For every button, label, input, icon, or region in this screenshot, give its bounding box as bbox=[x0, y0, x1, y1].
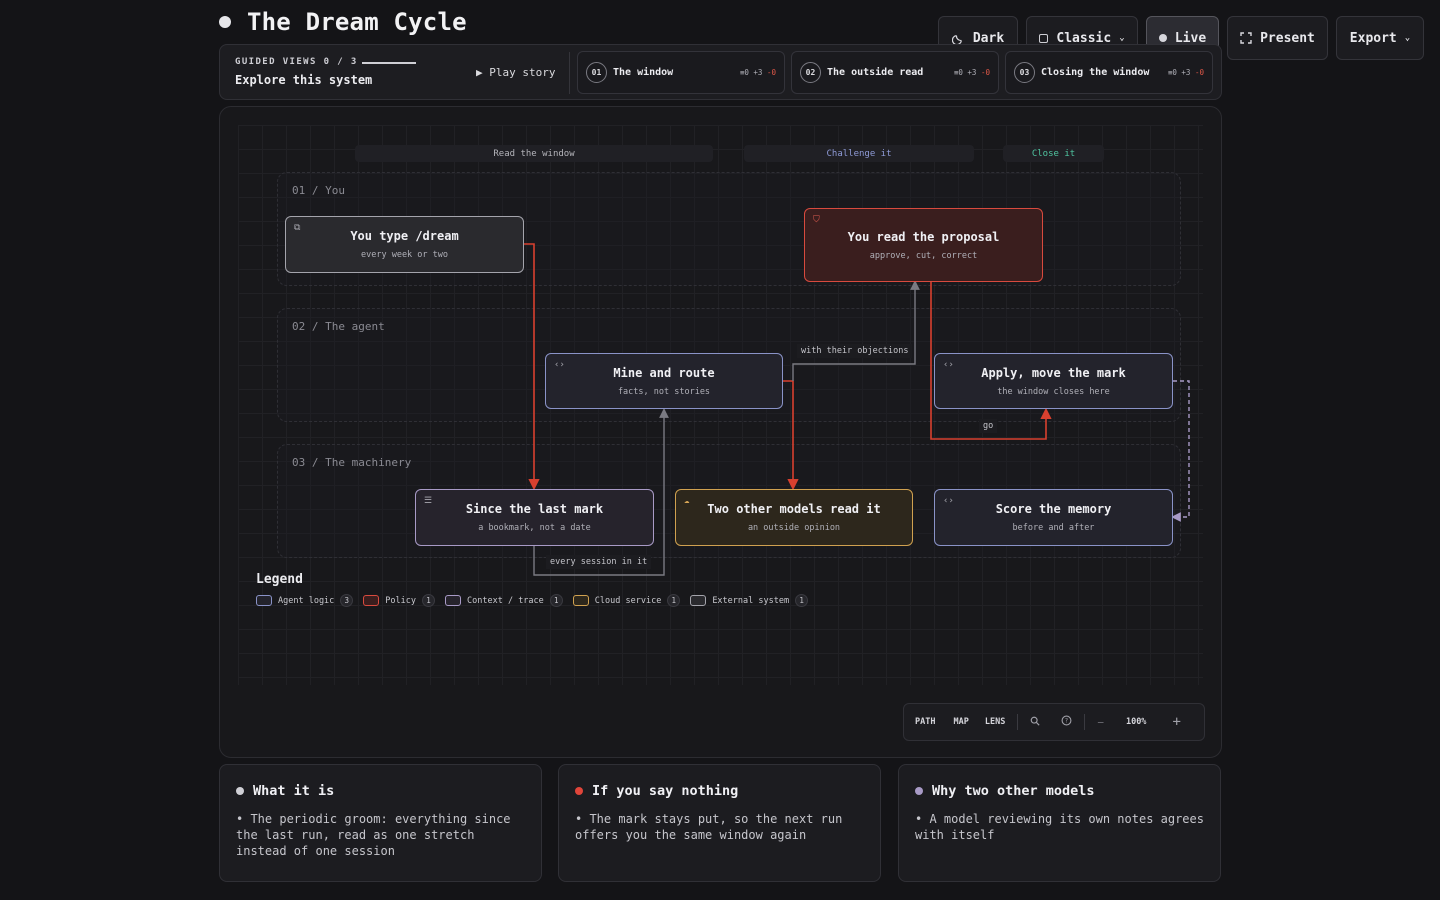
node-title: Two other models read it bbox=[707, 502, 881, 516]
legend: Agent logic 3 Policy 1 Context / trace 1… bbox=[256, 594, 809, 607]
toolbar-divider bbox=[1084, 714, 1086, 730]
legend-count: 1 bbox=[549, 594, 563, 607]
legend-item-cloud-service[interactable]: Cloud service 1 bbox=[572, 594, 681, 607]
card-title: If you say nothing bbox=[592, 783, 739, 799]
search-icon[interactable] bbox=[1030, 716, 1040, 729]
card-why-two-models: Why two other models • A model reviewing… bbox=[898, 764, 1221, 882]
shield-icon: ⛉ bbox=[813, 215, 820, 225]
node-subtitle: approve, cut, correct bbox=[869, 250, 978, 261]
toolbar-divider bbox=[1017, 714, 1019, 730]
zoom-out-button[interactable]: − bbox=[1097, 716, 1104, 729]
edge-label-objections: with their objections bbox=[797, 344, 913, 358]
legend-title: Legend bbox=[256, 572, 303, 587]
edge-dream-to-since bbox=[524, 243, 540, 491]
card-body: • A model reviewing its own notes agrees… bbox=[915, 812, 1204, 842]
svg-text:?: ? bbox=[1065, 718, 1068, 725]
node-title: Score the memory bbox=[995, 502, 1112, 516]
node-subtitle: a bookmark, not a date bbox=[478, 523, 591, 533]
map-button[interactable]: MAP bbox=[953, 717, 968, 727]
edge-mine-to-models bbox=[783, 380, 799, 491]
card-body: • The periodic groom: everything since t… bbox=[236, 812, 511, 858]
legend-swatch bbox=[690, 595, 707, 606]
legend-count: 3 bbox=[340, 594, 354, 607]
node-title: Mine and route bbox=[613, 365, 715, 380]
legend-count: 1 bbox=[667, 594, 681, 607]
node-mine-and-route[interactable]: ‹› Mine and route facts, not stories bbox=[545, 353, 783, 409]
node-subtitle: the window closes here bbox=[997, 386, 1110, 397]
zoom-level: 100% bbox=[1125, 717, 1147, 727]
canvas-toolbar: PATH MAP LENS ? − 100% + bbox=[903, 703, 1205, 741]
terminal-icon: ⧉ bbox=[294, 223, 301, 233]
legend-label: Agent logic bbox=[278, 595, 335, 606]
legend-swatch bbox=[256, 595, 272, 606]
card-dot bbox=[236, 787, 244, 795]
node-subtitle: every week or two bbox=[361, 250, 448, 260]
node-apply-move-mark[interactable]: ‹› Apply, move the mark the window close… bbox=[934, 353, 1173, 409]
legend-swatch bbox=[363, 595, 380, 606]
node-score-memory[interactable]: ‹› Score the memory before and after bbox=[934, 489, 1173, 546]
node-subtitle: an outside opinion bbox=[747, 523, 841, 533]
help-icon[interactable]: ? bbox=[1061, 715, 1072, 729]
legend-label: Context / trace bbox=[467, 595, 544, 606]
legend-item-policy[interactable]: Policy 1 bbox=[363, 594, 436, 607]
legend-count: 1 bbox=[795, 594, 809, 607]
legend-item-agent-logic[interactable]: Agent logic 3 bbox=[256, 594, 354, 607]
legend-swatch bbox=[445, 595, 462, 606]
card-if-you-say-nothing: If you say nothing • The mark stays put,… bbox=[558, 764, 881, 882]
database-icon: ☰ bbox=[424, 496, 433, 506]
legend-item-external-system[interactable]: External system 1 bbox=[690, 594, 809, 607]
code-icon: ‹› bbox=[554, 360, 565, 370]
card-title: What it is bbox=[253, 783, 335, 799]
legend-label: External system bbox=[712, 595, 790, 606]
legend-label: Cloud service bbox=[594, 595, 662, 606]
card-dot bbox=[575, 787, 583, 795]
legend-count: 1 bbox=[422, 594, 436, 607]
card-body: • The mark stays put, so the next run of… bbox=[575, 812, 843, 842]
code-icon: ‹› bbox=[943, 496, 954, 506]
edge-label-go: go bbox=[979, 419, 998, 433]
node-two-other-models[interactable]: ☁ Two other models read it an outside op… bbox=[675, 489, 913, 546]
legend-label: Policy bbox=[385, 595, 417, 606]
node-title: You read the proposal bbox=[847, 229, 1000, 244]
lens-button[interactable]: LENS bbox=[985, 717, 1005, 727]
legend-item-context-trace[interactable]: Context / trace 1 bbox=[445, 594, 563, 607]
edge-label-every-session: every session in it bbox=[546, 555, 652, 569]
zoom-in-button[interactable]: + bbox=[1172, 714, 1180, 730]
edge-models-to-proposal bbox=[792, 280, 920, 381]
node-subtitle: before and after bbox=[1012, 523, 1095, 533]
node-title: Since the last mark bbox=[465, 502, 604, 516]
cloud-icon: ☁ bbox=[684, 496, 690, 506]
node-you-type-dream[interactable]: ⧉ You type /dream every week or two bbox=[285, 216, 524, 273]
node-read-proposal[interactable]: ⛉ You read the proposal approve, cut, co… bbox=[804, 208, 1043, 282]
card-what-it-is: What it is • The periodic groom: everyth… bbox=[219, 764, 542, 882]
code-icon: ‹› bbox=[943, 360, 954, 370]
node-since-last-mark[interactable]: ☰ Since the last mark a bookmark, not a … bbox=[415, 489, 654, 546]
node-title: Apply, move the mark bbox=[981, 365, 1126, 380]
legend-swatch bbox=[572, 595, 589, 606]
node-title: You type /dream bbox=[350, 229, 459, 243]
card-title: Why two other models bbox=[932, 783, 1095, 799]
card-dot bbox=[915, 787, 923, 795]
edge-apply-to-score bbox=[1171, 380, 1190, 522]
node-subtitle: facts, not stories bbox=[617, 386, 711, 397]
path-button[interactable]: PATH bbox=[915, 717, 935, 727]
